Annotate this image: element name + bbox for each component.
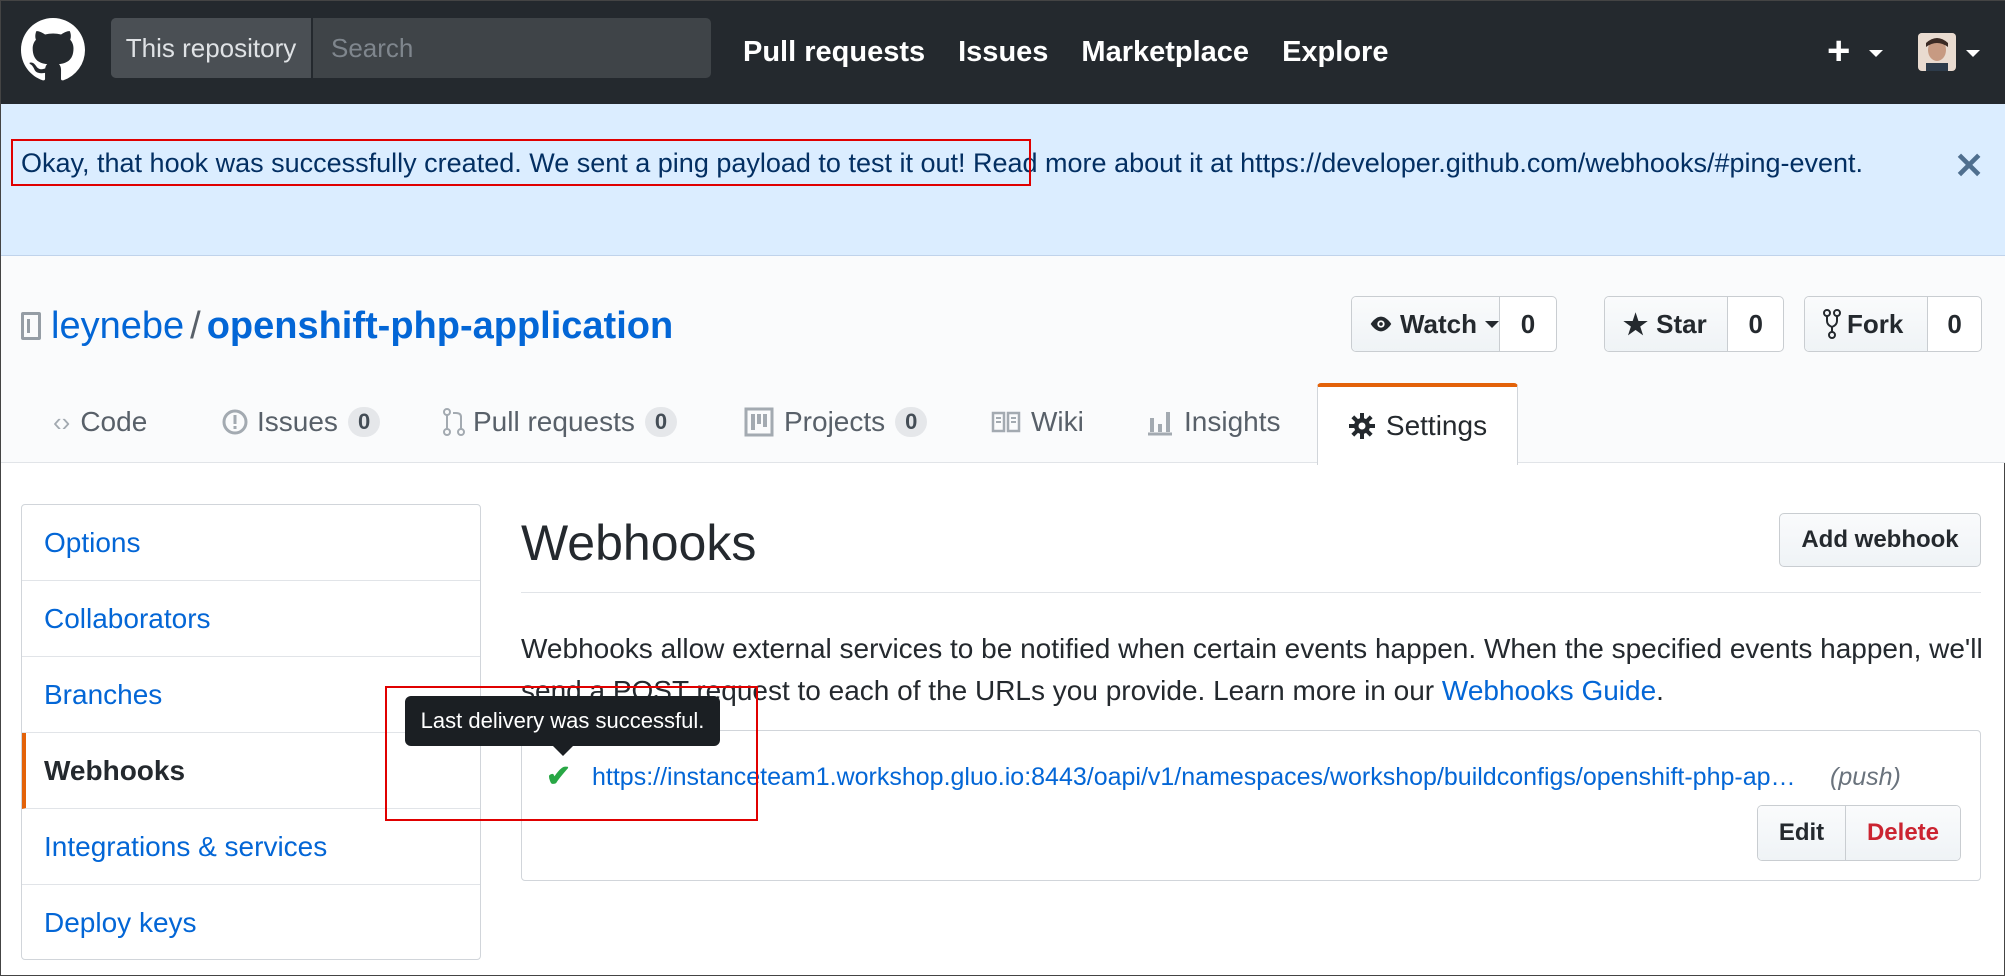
issue-opened-icon: [222, 409, 248, 435]
star-icon: ★: [1623, 308, 1649, 340]
tab-insights[interactable]: Insights: [1146, 381, 1281, 463]
avatar-face-icon: [1918, 33, 1956, 71]
watch-button[interactable]: Watch: [1352, 297, 1500, 351]
star-label: Star: [1656, 308, 1707, 339]
fork-icon: [1823, 309, 1841, 339]
create-new-caret-icon[interactable]: [1869, 50, 1883, 57]
tab-pulls-label: Pull requests: [473, 406, 635, 437]
watch-count[interactable]: 0: [1500, 297, 1556, 351]
site-header: This repository Pull requests Issues Mar…: [1, 1, 2005, 104]
tab-projects-label: Projects: [784, 406, 886, 437]
github-logo-icon[interactable]: [21, 18, 85, 82]
fork-button[interactable]: Fork: [1805, 297, 1929, 351]
title-divider: [521, 592, 1981, 593]
watch-button-group: Watch 0: [1351, 296, 1557, 352]
star-button-group: ★ Star 0: [1604, 296, 1784, 352]
fork-button-group: Fork 0: [1804, 296, 1982, 352]
tab-code-label: Code: [80, 406, 148, 437]
graph-icon: [1148, 412, 1172, 436]
star-count[interactable]: 0: [1728, 297, 1783, 351]
delete-button[interactable]: Delete: [1846, 806, 1960, 860]
repo-owner-link[interactable]: leynebe: [51, 305, 184, 347]
pulls-counter: 0: [644, 407, 678, 437]
webhook-event: (push): [1830, 763, 1901, 791]
watch-caret-icon: [1485, 320, 1499, 328]
nav-explore[interactable]: Explore: [1282, 36, 1388, 69]
search-scope-label: This repository: [111, 18, 313, 78]
nav-pull-requests[interactable]: Pull requests: [743, 36, 925, 69]
sidebar-item-collaborators[interactable]: Collaborators: [22, 581, 480, 657]
create-new-plus-icon[interactable]: +: [1827, 29, 1850, 73]
header-nav: Pull requests Issues Marketplace Explore: [743, 1, 1421, 104]
repo-icon: [21, 312, 41, 340]
nav-marketplace[interactable]: Marketplace: [1081, 36, 1249, 69]
user-avatar[interactable]: [1918, 33, 1956, 71]
tab-issues[interactable]: Issues 0: [221, 381, 381, 463]
tab-pull-requests[interactable]: Pull requests 0: [443, 381, 678, 463]
description-period: .: [1656, 675, 1664, 706]
code-icon: ‹›: [53, 406, 71, 437]
star-button[interactable]: ★ Star: [1605, 297, 1729, 351]
repo-name-link[interactable]: openshift-php-application: [207, 305, 674, 347]
tab-wiki-label: Wiki: [1031, 406, 1084, 437]
fork-count[interactable]: 0: [1928, 297, 1981, 351]
tab-settings[interactable]: Settings: [1317, 383, 1518, 465]
add-webhook-button[interactable]: Add webhook: [1779, 513, 1981, 567]
fork-label: Fork: [1847, 308, 1904, 339]
webhooks-guide-link[interactable]: Webhooks Guide: [1442, 675, 1656, 706]
tab-projects[interactable]: Projects 0: [744, 381, 928, 463]
webhook-url-link[interactable]: https://instanceteam1.workshop.gluo.io:8…: [592, 763, 1796, 792]
tab-code[interactable]: ‹› Code: [53, 381, 147, 463]
eye-icon: [1370, 316, 1392, 332]
tab-insights-label: Insights: [1184, 406, 1281, 437]
annotation-highlight-status: [385, 686, 758, 821]
repo-tabs: ‹› Code Issues 0 Pull requests 0 Projects 0 …: [1, 381, 2005, 463]
issues-counter: 0: [347, 407, 381, 437]
edit-button[interactable]: Edit: [1758, 806, 1846, 860]
gear-icon: [1348, 413, 1375, 439]
page-title: Webhooks: [521, 515, 757, 571]
watch-label: Watch: [1399, 308, 1477, 339]
user-menu-caret-icon[interactable]: [1966, 50, 1980, 57]
book-icon: [991, 411, 1021, 433]
repo-header: leynebe / openshift-php-application Watch …: [1, 256, 2005, 465]
tab-issues-label: Issues: [257, 406, 338, 437]
nav-issues[interactable]: Issues: [958, 36, 1048, 69]
close-icon[interactable]: ✕: [1954, 146, 1984, 186]
flash-message-rest: Read more about it at https://developer.…: [965, 148, 1864, 178]
tab-settings-label: Settings: [1385, 410, 1488, 441]
annotation-highlight-flash: [11, 139, 1031, 186]
projects-counter: 0: [895, 407, 928, 437]
webhook-actions: Edit Delete: [1757, 805, 1961, 861]
sidebar-item-options[interactable]: Options: [22, 505, 480, 581]
project-icon: [744, 407, 774, 437]
repo-separator: /: [190, 305, 201, 347]
pull-request-icon: [443, 408, 465, 436]
search-input[interactable]: [313, 18, 711, 78]
sidebar-item-deploy-keys[interactable]: Deploy keys: [22, 885, 480, 959]
repo-title: leynebe / openshift-php-application: [21, 301, 673, 351]
tab-wiki[interactable]: Wiki: [991, 381, 1084, 463]
header-search: This repository: [111, 18, 711, 78]
